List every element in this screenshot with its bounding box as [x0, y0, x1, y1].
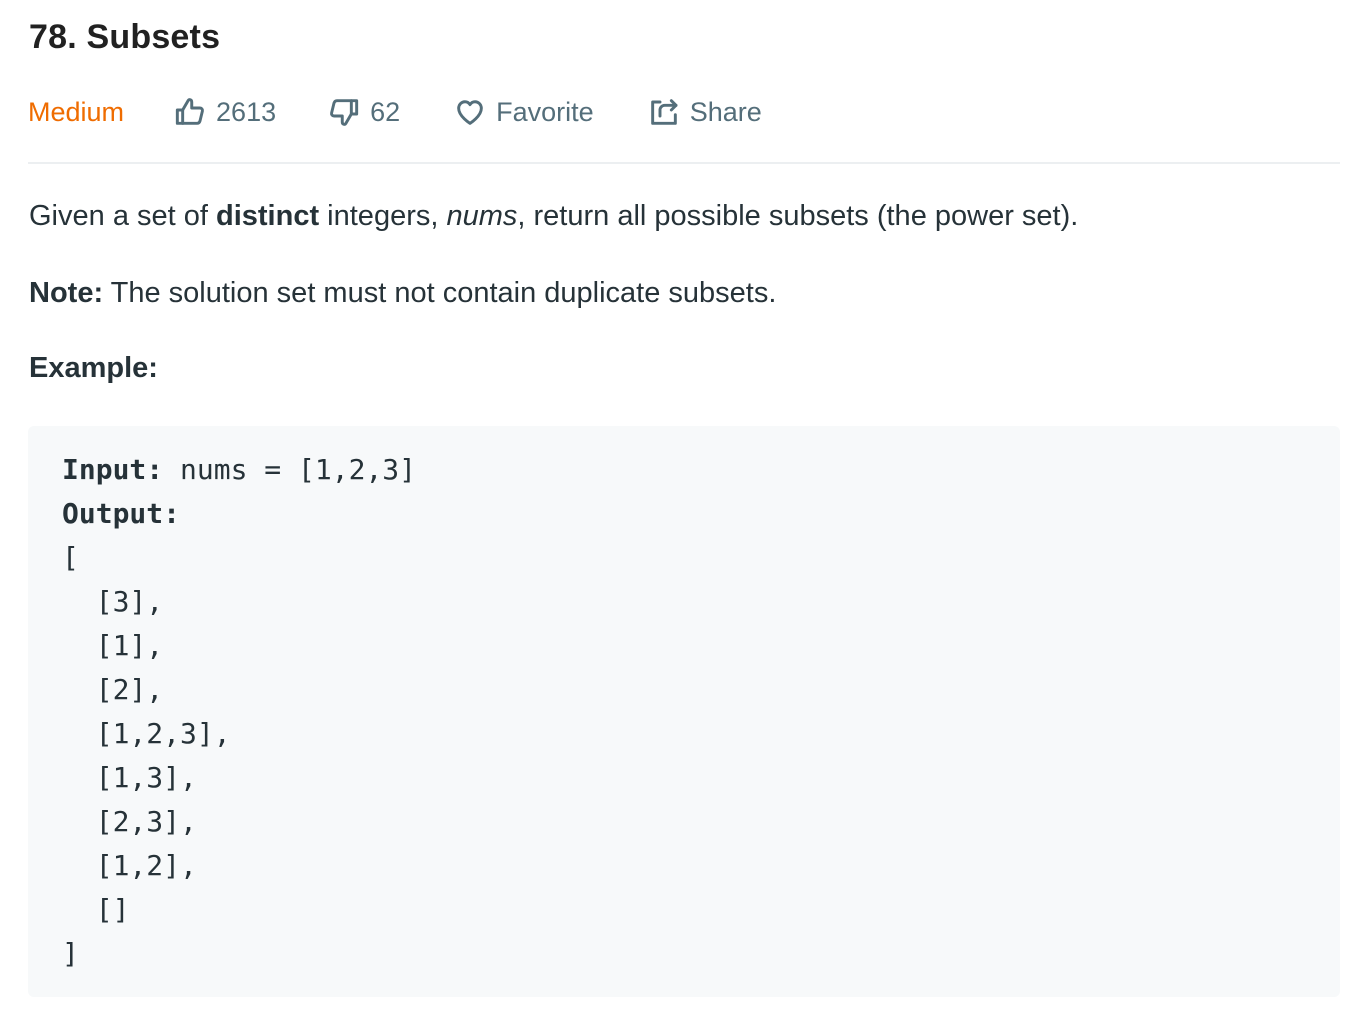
difficulty-badge: Medium [28, 96, 125, 127]
output-line-1: [3], [62, 585, 164, 618]
output-label: Output: [62, 497, 181, 530]
note-label: Note: [29, 277, 104, 309]
output-line-6: [2,3], [62, 805, 197, 838]
output-line: Output: [62, 492, 416, 536]
dislike-button[interactable]: 62 [328, 96, 400, 128]
output-line-7: [1,2], [62, 849, 197, 882]
like-button[interactable]: 2613 [174, 96, 276, 128]
example-code-block: Input: nums = [1,2,3] Output:[ [3], [1], … [28, 426, 1340, 997]
output-line-8: [] [62, 893, 130, 926]
input-label: Input: [62, 453, 164, 486]
thumbs-up-icon [175, 98, 204, 125]
input-value: nums = [1,2,3] [163, 453, 417, 486]
input-line: Input: nums = [1,2,3] [62, 448, 416, 492]
share-icon [650, 99, 678, 125]
divider [28, 162, 1340, 164]
variable-nums: nums [446, 200, 518, 232]
note-text: The solution set must not contain duplic… [103, 277, 777, 309]
output-line-0: [ [62, 541, 79, 574]
emphasis-distinct: distinct [216, 200, 320, 232]
problem-meta-bar: Medium 2613 62 Favorite Share [28, 92, 762, 132]
dislike-count: 62 [370, 96, 401, 127]
problem-title: 78. Subsets [29, 18, 221, 56]
thumbs-down-icon [330, 99, 359, 126]
example-heading: Example: [29, 352, 158, 384]
example-code: Input: nums = [1,2,3] Output:[ [3], [1], … [62, 448, 416, 976]
problem-note: Note: The solution set must not contain … [29, 277, 776, 310]
output-line-4: [1,2,3], [62, 717, 231, 750]
output-line-9: ] [62, 937, 79, 970]
output-line-3: [2], [62, 673, 164, 706]
favorite-button[interactable]: Favorite [454, 96, 594, 128]
favorite-label: Favorite [496, 96, 594, 127]
output-line-5: [1,3], [62, 761, 197, 794]
heart-icon [457, 100, 483, 125]
like-count: 2613 [216, 96, 277, 127]
problem-statement: Given a set of distinct integers, nums, … [29, 200, 1079, 232]
share-label: Share [689, 96, 762, 127]
output-line-2: [1], [62, 629, 164, 662]
share-button[interactable]: Share [648, 96, 762, 128]
